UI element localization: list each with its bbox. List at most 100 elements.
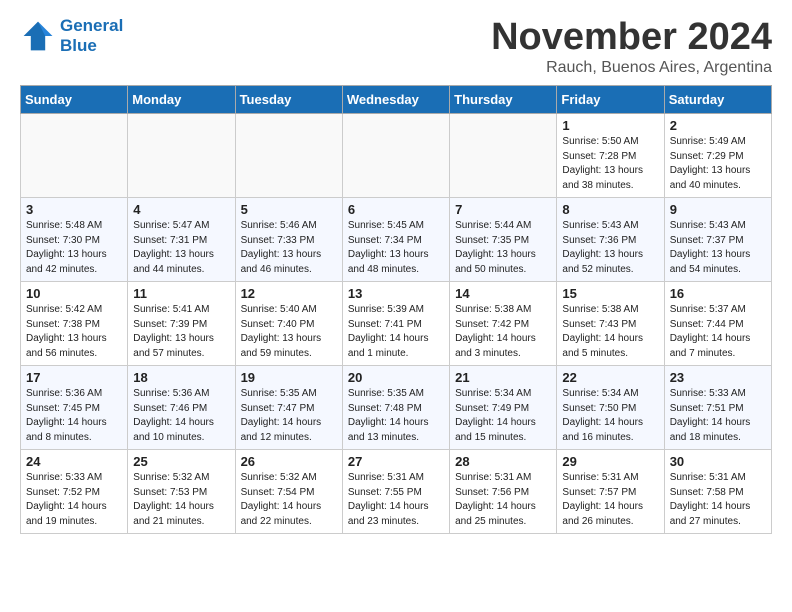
- day-number: 6: [348, 202, 444, 217]
- day-info: Sunrise: 5:31 AM Sunset: 7:56 PM Dayligh…: [455, 471, 551, 529]
- calendar-cell: [450, 114, 557, 198]
- logo-icon: [20, 18, 56, 54]
- logo: General Blue: [20, 16, 123, 55]
- day-number: 10: [26, 286, 122, 301]
- calendar-cell: 16 Sunrise: 5:37 AM Sunset: 7:44 PM Dayli…: [664, 282, 771, 366]
- day-number: 23: [670, 370, 766, 385]
- day-number: 22: [562, 370, 658, 385]
- calendar-cell: 15Sunrise: 5:38 AM Sunset: 7:43 PM Dayli…: [557, 282, 664, 366]
- calendar-cell: 21Sunrise: 5:34 AM Sunset: 7:49 PM Dayli…: [450, 366, 557, 450]
- calendar-cell: 12Sunrise: 5:40 AM Sunset: 7:40 PM Dayli…: [235, 282, 342, 366]
- day-number: 28: [455, 454, 551, 469]
- calendar-cell: 2 Sunrise: 5:49 AM Sunset: 7:29 PM Daylig…: [664, 114, 771, 198]
- calendar-cell: 22 Sunrise: 5:34 AM Sunset: 7:50 PM Dayli…: [557, 366, 664, 450]
- month-title: November 2024: [491, 16, 772, 59]
- header: General Blue November 2024 Rauch, Buenos…: [20, 16, 772, 77]
- day-header-monday: Monday: [128, 86, 235, 114]
- day-info: Sunrise: 5:39 AM Sunset: 7:41 PM Dayligh…: [348, 303, 444, 361]
- day-number: 15: [562, 286, 658, 301]
- day-number: 8: [562, 202, 658, 217]
- week-row-3: 10 Sunrise: 5:42 AM Sunset: 7:38 PM Dayli…: [21, 282, 772, 366]
- day-info: Sunrise: 5:31 AM Sunset: 7:57 PM Dayligh…: [562, 471, 658, 529]
- calendar-cell: 8 Sunrise: 5:43 AM Sunset: 7:36 PM Daylig…: [557, 198, 664, 282]
- day-number: 11: [133, 286, 229, 301]
- day-info: Sunrise: 5:34 AM Sunset: 7:50 PM Dayligh…: [562, 387, 658, 445]
- day-info: Sunrise: 5:33 AM Sunset: 7:51 PM Dayligh…: [670, 387, 766, 445]
- day-number: 30: [670, 454, 766, 469]
- day-info: Sunrise: 5:45 AM Sunset: 7:34 PM Dayligh…: [348, 219, 444, 277]
- logo-text: General Blue: [60, 16, 123, 55]
- calendar-cell: 26Sunrise: 5:32 AM Sunset: 7:54 PM Dayli…: [235, 450, 342, 534]
- calendar-cell: 1 Sunrise: 5:50 AM Sunset: 7:28 PM Daylig…: [557, 114, 664, 198]
- day-header-tuesday: Tuesday: [235, 86, 342, 114]
- day-info: Sunrise: 5:37 AM Sunset: 7:44 PM Dayligh…: [670, 303, 766, 361]
- day-header-wednesday: Wednesday: [342, 86, 449, 114]
- calendar-cell: [342, 114, 449, 198]
- day-number: 2: [670, 118, 766, 133]
- calendar-cell: 27 Sunrise: 5:31 AM Sunset: 7:55 PM Dayli…: [342, 450, 449, 534]
- day-info: Sunrise: 5:46 AM Sunset: 7:33 PM Dayligh…: [241, 219, 337, 277]
- day-info: Sunrise: 5:49 AM Sunset: 7:29 PM Dayligh…: [670, 135, 766, 193]
- day-number: 17: [26, 370, 122, 385]
- calendar-cell: [128, 114, 235, 198]
- day-number: 24: [26, 454, 122, 469]
- day-info: Sunrise: 5:32 AM Sunset: 7:53 PM Dayligh…: [133, 471, 229, 529]
- day-info: Sunrise: 5:31 AM Sunset: 7:58 PM Dayligh…: [670, 471, 766, 529]
- calendar-cell: 10 Sunrise: 5:42 AM Sunset: 7:38 PM Dayli…: [21, 282, 128, 366]
- calendar-cell: 29 Sunrise: 5:31 AM Sunset: 7:57 PM Dayli…: [557, 450, 664, 534]
- calendar-cell: 20 Sunrise: 5:35 AM Sunset: 7:48 PM Dayli…: [342, 366, 449, 450]
- day-header-friday: Friday: [557, 86, 664, 114]
- day-info: Sunrise: 5:36 AM Sunset: 7:45 PM Dayligh…: [26, 387, 122, 445]
- day-number: 25: [133, 454, 229, 469]
- day-number: 19: [241, 370, 337, 385]
- location: Rauch, Buenos Aires, Argentina: [491, 59, 772, 77]
- calendar-cell: 6 Sunrise: 5:45 AM Sunset: 7:34 PM Daylig…: [342, 198, 449, 282]
- day-number: 26: [241, 454, 337, 469]
- calendar-cell: 24 Sunrise: 5:33 AM Sunset: 7:52 PM Dayli…: [21, 450, 128, 534]
- page-container: General Blue November 2024 Rauch, Buenos…: [0, 0, 792, 550]
- day-number: 13: [348, 286, 444, 301]
- day-number: 27: [348, 454, 444, 469]
- calendar-cell: 28 Sunrise: 5:31 AM Sunset: 7:56 PM Dayli…: [450, 450, 557, 534]
- day-number: 5: [241, 202, 337, 217]
- calendar-cell: 9Sunrise: 5:43 AM Sunset: 7:37 PM Daylig…: [664, 198, 771, 282]
- day-info: Sunrise: 5:36 AM Sunset: 7:46 PM Dayligh…: [133, 387, 229, 445]
- calendar-cell: 14 Sunrise: 5:38 AM Sunset: 7:42 PM Dayli…: [450, 282, 557, 366]
- calendar-cell: 5 Sunrise: 5:46 AM Sunset: 7:33 PM Daylig…: [235, 198, 342, 282]
- day-info: Sunrise: 5:33 AM Sunset: 7:52 PM Dayligh…: [26, 471, 122, 529]
- day-info: Sunrise: 5:43 AM Sunset: 7:37 PM Dayligh…: [670, 219, 766, 277]
- calendar-cell: [21, 114, 128, 198]
- day-number: 29: [562, 454, 658, 469]
- day-number: 4: [133, 202, 229, 217]
- day-info: Sunrise: 5:35 AM Sunset: 7:47 PM Dayligh…: [241, 387, 337, 445]
- calendar-cell: 18Sunrise: 5:36 AM Sunset: 7:46 PM Dayli…: [128, 366, 235, 450]
- day-info: Sunrise: 5:31 AM Sunset: 7:55 PM Dayligh…: [348, 471, 444, 529]
- day-number: 20: [348, 370, 444, 385]
- day-info: Sunrise: 5:40 AM Sunset: 7:40 PM Dayligh…: [241, 303, 337, 361]
- header-row: SundayMondayTuesdayWednesdayThursdayFrid…: [21, 86, 772, 114]
- day-number: 1: [562, 118, 658, 133]
- day-info: Sunrise: 5:48 AM Sunset: 7:30 PM Dayligh…: [26, 219, 122, 277]
- day-header-thursday: Thursday: [450, 86, 557, 114]
- day-info: Sunrise: 5:44 AM Sunset: 7:35 PM Dayligh…: [455, 219, 551, 277]
- calendar-cell: 19 Sunrise: 5:35 AM Sunset: 7:47 PM Dayli…: [235, 366, 342, 450]
- day-number: 14: [455, 286, 551, 301]
- week-row-2: 3Sunrise: 5:48 AM Sunset: 7:30 PM Daylig…: [21, 198, 772, 282]
- calendar-cell: 3Sunrise: 5:48 AM Sunset: 7:30 PM Daylig…: [21, 198, 128, 282]
- day-info: Sunrise: 5:41 AM Sunset: 7:39 PM Dayligh…: [133, 303, 229, 361]
- day-info: Sunrise: 5:35 AM Sunset: 7:48 PM Dayligh…: [348, 387, 444, 445]
- day-number: 16: [670, 286, 766, 301]
- calendar-cell: 30 Sunrise: 5:31 AM Sunset: 7:58 PM Dayli…: [664, 450, 771, 534]
- day-info: Sunrise: 5:38 AM Sunset: 7:42 PM Dayligh…: [455, 303, 551, 361]
- day-number: 7: [455, 202, 551, 217]
- calendar-cell: 4 Sunrise: 5:47 AM Sunset: 7:31 PM Daylig…: [128, 198, 235, 282]
- day-header-saturday: Saturday: [664, 86, 771, 114]
- day-info: Sunrise: 5:47 AM Sunset: 7:31 PM Dayligh…: [133, 219, 229, 277]
- calendar-cell: 17 Sunrise: 5:36 AM Sunset: 7:45 PM Dayli…: [21, 366, 128, 450]
- calendar-cell: [235, 114, 342, 198]
- day-info: Sunrise: 5:50 AM Sunset: 7:28 PM Dayligh…: [562, 135, 658, 193]
- day-header-sunday: Sunday: [21, 86, 128, 114]
- day-info: Sunrise: 5:42 AM Sunset: 7:38 PM Dayligh…: [26, 303, 122, 361]
- calendar-table: SundayMondayTuesdayWednesdayThursdayFrid…: [20, 85, 772, 534]
- day-info: Sunrise: 5:43 AM Sunset: 7:36 PM Dayligh…: [562, 219, 658, 277]
